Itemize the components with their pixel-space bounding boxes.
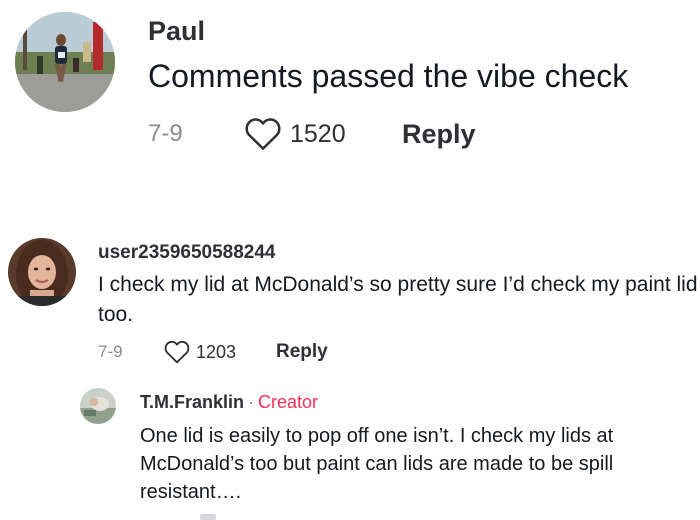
comment-username[interactable]: user2359650588244 bbox=[98, 242, 276, 264]
separator-dot: · bbox=[248, 392, 255, 412]
like-count: 1520 bbox=[290, 119, 346, 148]
heart-outline-icon[interactable] bbox=[244, 117, 282, 151]
reply-username[interactable]: T.M.Franklin bbox=[140, 392, 244, 412]
reply-button[interactable]: Reply bbox=[276, 341, 328, 363]
comment-date: 7-9 bbox=[98, 342, 123, 361]
reply-meta-cutoff bbox=[140, 514, 220, 520]
creator-badge: Creator bbox=[258, 392, 319, 412]
comment-username[interactable]: Paul bbox=[148, 16, 205, 47]
like-count: 1203 bbox=[196, 341, 237, 362]
reply-button[interactable]: Reply bbox=[402, 119, 476, 150]
avatar-photo bbox=[80, 388, 116, 424]
reply-text: One lid is easily to pop off one isn’t. … bbox=[140, 425, 614, 503]
heart-outline-icon[interactable] bbox=[164, 340, 190, 364]
avatar-user2359650588244[interactable] bbox=[8, 238, 76, 306]
comment-meta: 7-9 1203 Reply bbox=[98, 336, 328, 368]
avatar-tmfranklin[interactable] bbox=[80, 388, 116, 424]
comment-text: I check my lid at McDonald’s so pretty s… bbox=[98, 273, 698, 326]
avatar-photo bbox=[8, 238, 76, 306]
comment-date: 7-9 bbox=[148, 120, 183, 147]
avatar-paul[interactable] bbox=[15, 12, 115, 112]
avatar-photo bbox=[15, 12, 115, 112]
reply-header: T.M.Franklin · Creator bbox=[140, 392, 318, 413]
comment-text: Comments passed the vibe check bbox=[148, 58, 629, 94]
comment-meta: 7-9 1520 Reply bbox=[148, 112, 476, 156]
cutoff-glyph bbox=[200, 514, 216, 520]
